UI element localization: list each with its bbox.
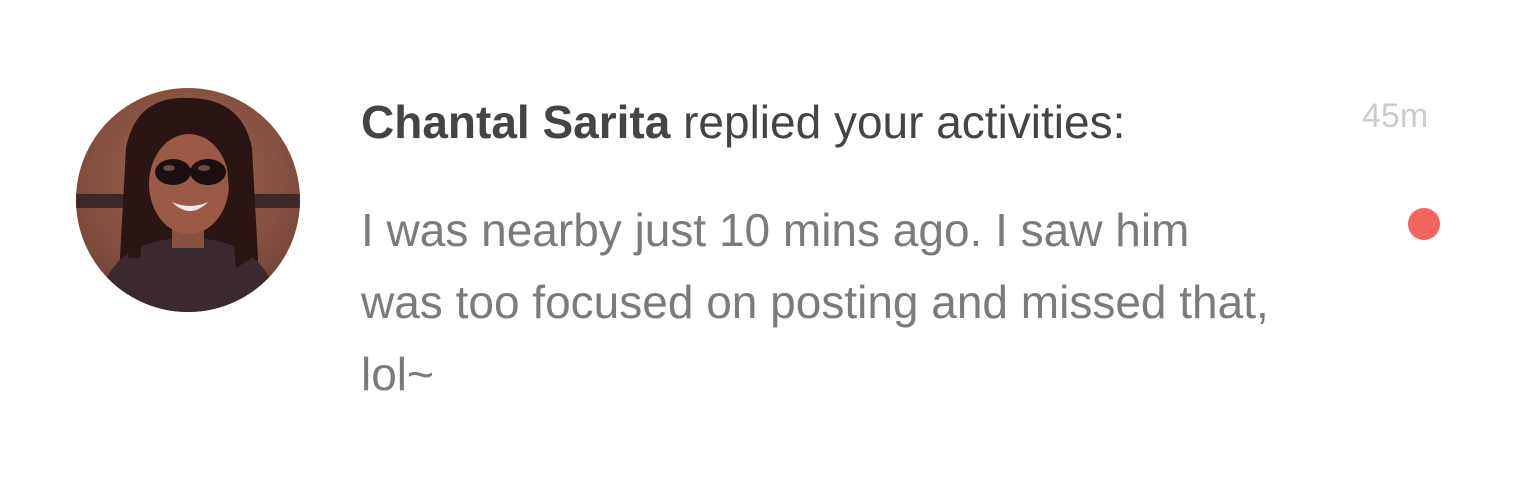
- avatar-image: [76, 88, 300, 312]
- notification-headline: Chantal Sarita replied your activities:: [361, 92, 1125, 152]
- action-text: replied your activities:: [683, 96, 1126, 148]
- sender-name[interactable]: Chantal Sarita: [361, 96, 670, 148]
- avatar[interactable]: [76, 88, 300, 312]
- message-preview: I was nearby just 10 mins ago. I saw him…: [361, 204, 1269, 400]
- timestamp: 45m: [1362, 97, 1429, 135]
- unread-indicator-icon: [1408, 208, 1440, 240]
- notification-item[interactable]: Chantal Sarita replied your activities: …: [0, 0, 1528, 492]
